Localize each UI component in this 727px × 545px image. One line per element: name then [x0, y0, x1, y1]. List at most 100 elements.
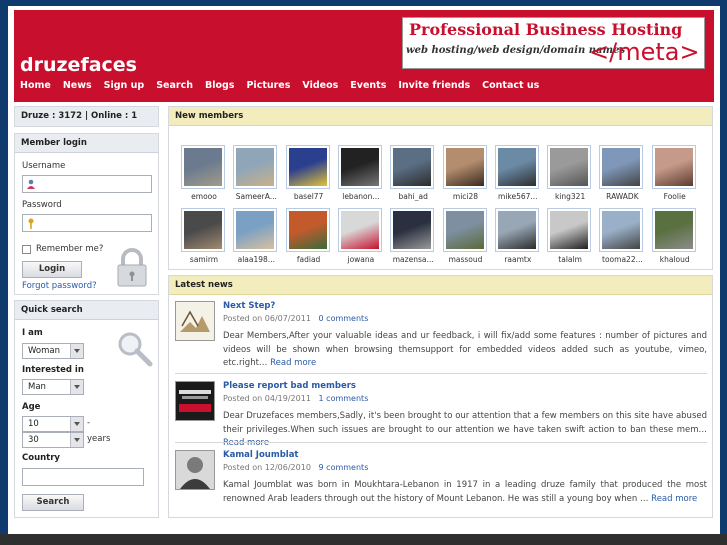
member-photo[interactable] [285, 208, 330, 252]
member-card[interactable]: king321 [547, 145, 593, 201]
member-photo[interactable] [390, 208, 435, 252]
news-thumbnail[interactable] [175, 301, 215, 341]
member-name[interactable]: SameerA... [233, 192, 279, 201]
member-name[interactable]: basel77 [286, 192, 332, 201]
nav-pictures[interactable]: Pictures [246, 80, 290, 96]
login-button[interactable]: Login [22, 261, 82, 278]
read-more-link[interactable]: Read more [651, 494, 697, 504]
country-input[interactable] [22, 468, 144, 486]
nav-contact-us[interactable]: Contact us [482, 80, 539, 96]
member-photo[interactable] [181, 208, 225, 252]
news-thumbnail[interactable] [175, 450, 215, 490]
member-name[interactable]: khaloud [652, 255, 698, 264]
member-card[interactable]: fadiad [285, 208, 332, 264]
new-members-box: New members emooo SameerA... basel77 lebano… [168, 106, 713, 270]
member-card[interactable]: mike567... [494, 145, 541, 201]
member-card[interactable]: jowana [337, 208, 384, 264]
member-card[interactable]: basel77 [285, 145, 332, 201]
member-photo[interactable] [547, 145, 592, 189]
nav-blogs[interactable]: Blogs [205, 80, 234, 96]
nav-sign-up[interactable]: Sign up [104, 80, 145, 96]
news-comments-link[interactable]: 1 comments [319, 394, 369, 403]
member-name[interactable]: massoud [443, 255, 489, 264]
news-comments-link[interactable]: 0 comments [319, 314, 369, 323]
member-photo[interactable] [233, 208, 278, 252]
member-photo[interactable] [233, 145, 278, 189]
member-photo[interactable] [337, 208, 382, 252]
member-name[interactable]: mike567... [495, 192, 541, 201]
member-name[interactable]: samirm [181, 255, 227, 264]
member-name[interactable]: fadiad [286, 255, 332, 264]
member-name[interactable]: emooo [181, 192, 227, 201]
forgot-password-link[interactable]: Forgot password? [22, 281, 97, 291]
nav-search[interactable]: Search [156, 80, 193, 96]
member-photo[interactable] [651, 145, 696, 189]
nav-home[interactable]: Home [20, 80, 51, 96]
age-label: Age [22, 402, 41, 412]
member-card[interactable]: raamtx [494, 208, 541, 264]
member-card[interactable]: SameerA... [233, 145, 279, 201]
read-more-link[interactable]: Read more [223, 438, 269, 448]
nav-news[interactable]: News [63, 80, 92, 96]
member-photo[interactable] [285, 145, 330, 189]
nav-events[interactable]: Events [350, 80, 386, 96]
member-card[interactable]: tooma22... [599, 208, 645, 264]
member-name[interactable]: Foolie [652, 192, 698, 201]
member-name[interactable]: king321 [547, 192, 593, 201]
member-name[interactable]: bahi_ad [390, 192, 436, 201]
member-photo[interactable] [442, 208, 487, 252]
ad-banner[interactable]: Professional Business Hosting web hostin… [402, 17, 705, 69]
password-input[interactable] [22, 214, 152, 232]
news-title[interactable]: Next Step? [223, 301, 275, 311]
age-to-select[interactable]: 30 [22, 432, 84, 448]
member-card[interactable]: alaa198... [233, 208, 279, 264]
member-name[interactable]: talalm [547, 255, 593, 264]
news-title[interactable]: Please report bad members [223, 381, 356, 391]
member-card[interactable]: Foolie [651, 145, 698, 201]
member-card[interactable]: mazensa... [390, 208, 436, 264]
iam-select[interactable]: Woman [22, 343, 84, 359]
member-photo[interactable] [494, 145, 539, 189]
search-button[interactable]: Search [22, 494, 84, 511]
nav-videos[interactable]: Videos [302, 80, 338, 96]
interested-select[interactable]: Man [22, 379, 84, 395]
member-name[interactable]: tooma22... [599, 255, 645, 264]
iam-value: Woman [28, 346, 60, 356]
read-more-link[interactable]: Read more [270, 358, 316, 368]
member-card[interactable]: mici28 [442, 145, 489, 201]
news-title[interactable]: Kamal Joumblat [223, 450, 299, 460]
age-unit: years [87, 434, 111, 444]
member-photo[interactable] [599, 145, 644, 189]
member-name[interactable]: jowana [338, 255, 384, 264]
member-name[interactable]: raamtx [495, 255, 541, 264]
news-thumbnail[interactable] [175, 381, 215, 421]
news-date: 12/06/2010 [264, 463, 311, 472]
member-card[interactable]: lebanon... [337, 145, 384, 201]
member-photo[interactable] [390, 145, 435, 189]
news-comments-link[interactable]: 9 comments [319, 463, 369, 472]
member-photo[interactable] [494, 208, 539, 252]
member-name[interactable]: mici28 [443, 192, 489, 201]
site-logo[interactable]: druzefaces [20, 54, 137, 76]
member-card[interactable]: khaloud [651, 208, 698, 264]
member-name[interactable]: mazensa... [390, 255, 436, 264]
member-name[interactable]: RAWADK [599, 192, 645, 201]
member-card[interactable]: massoud [442, 208, 489, 264]
nav-invite-friends[interactable]: Invite friends [398, 80, 470, 96]
member-photo[interactable] [599, 208, 644, 252]
member-card[interactable]: samirm [181, 208, 227, 264]
remember-checkbox[interactable] [22, 245, 31, 254]
member-photo[interactable] [547, 208, 592, 252]
member-photo[interactable] [337, 145, 382, 189]
member-card[interactable]: bahi_ad [390, 145, 436, 201]
member-photo[interactable] [181, 145, 225, 189]
member-card[interactable]: RAWADK [599, 145, 645, 201]
member-name[interactable]: alaa198... [233, 255, 279, 264]
member-card[interactable]: emooo [181, 145, 227, 201]
member-card[interactable]: talalm [547, 208, 593, 264]
member-photo[interactable] [651, 208, 696, 252]
member-name[interactable]: lebanon... [338, 192, 384, 201]
age-from-select[interactable]: 10 [22, 416, 84, 432]
member-photo[interactable] [442, 145, 487, 189]
username-input[interactable] [22, 175, 152, 193]
